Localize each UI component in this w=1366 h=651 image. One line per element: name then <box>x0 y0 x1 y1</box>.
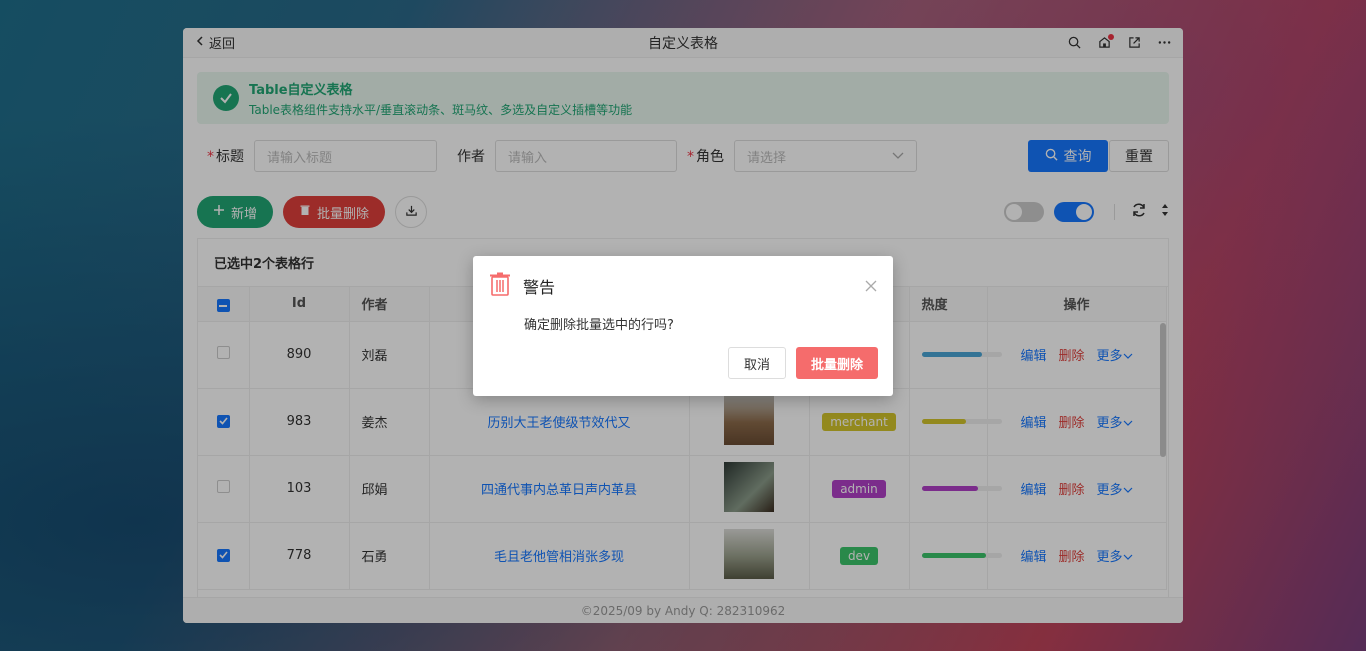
trash-icon <box>489 272 511 300</box>
dialog-title: 警告 <box>523 278 556 297</box>
confirm-dialog: 警告 确定删除批量选中的行吗? 取消 批量删除 <box>473 256 893 396</box>
dialog-message: 确定删除批量选中的行吗? <box>524 318 674 333</box>
confirm-batch-delete-button[interactable]: 批量删除 <box>795 347 878 379</box>
cancel-button[interactable]: 取消 <box>727 347 786 379</box>
close-icon[interactable] <box>865 277 877 296</box>
